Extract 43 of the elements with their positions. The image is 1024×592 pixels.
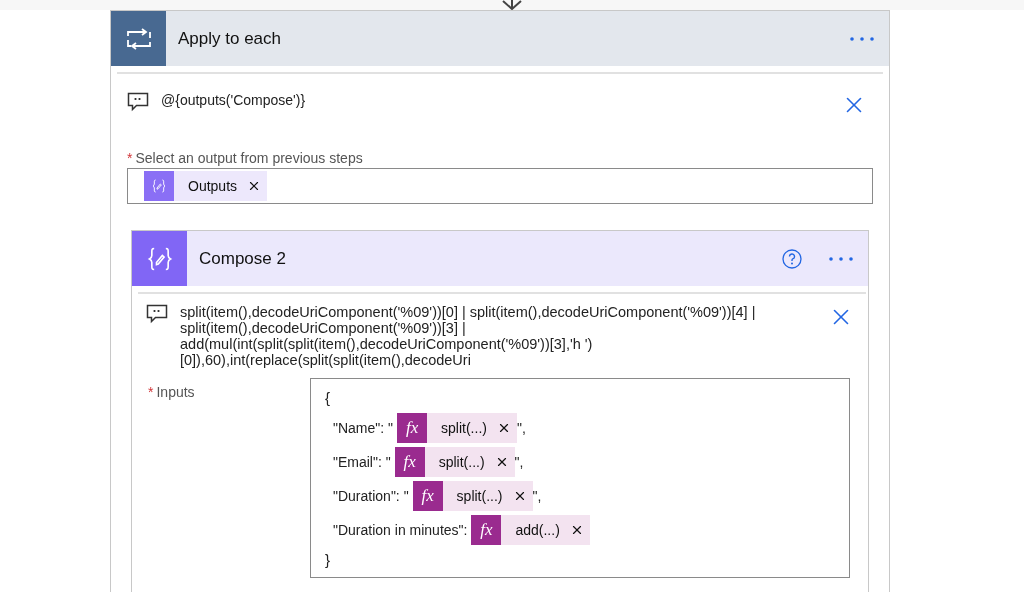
more-icon[interactable] bbox=[849, 35, 875, 42]
required-asterisk: * bbox=[148, 384, 154, 400]
required-asterisk: * bbox=[127, 150, 133, 166]
json-key: "Duration": " bbox=[333, 488, 409, 504]
token-label: add(...) bbox=[514, 522, 561, 538]
help-icon[interactable] bbox=[782, 248, 802, 269]
loop-icon bbox=[124, 27, 153, 50]
comment-icon bbox=[127, 92, 149, 112]
card-header[interactable]: Apply to each bbox=[111, 11, 889, 66]
token-label: Outputs bbox=[187, 178, 239, 194]
card-header[interactable]: Compose 2 bbox=[132, 231, 868, 286]
arrow-down-icon bbox=[500, 0, 524, 10]
function-label: fx bbox=[403, 452, 416, 472]
token-label: split(...) bbox=[455, 488, 504, 504]
json-punctuation: ", bbox=[514, 454, 524, 470]
comment-icon bbox=[146, 304, 168, 324]
token-chip[interactable]: fx split(...) bbox=[394, 447, 515, 477]
comment-text: @{outputs('Compose')} bbox=[161, 92, 307, 108]
token-chip[interactable]: fx add(...) bbox=[471, 515, 590, 545]
braces-pencil-icon bbox=[151, 178, 167, 194]
comment-text: split(item(),decodeUriComponent('%09'))[0] | split(item(),decodeUriComponent('%09'))[4] | split(item(),decodeUriComponent('%09'))[3] | add(mul(int(split(split(item(),decodeUriComponent('%09'))[3],'h ')[0]),60),int(replace(split(split(item(),decodeUri bbox=[180, 304, 757, 368]
json-punctuation: ", bbox=[532, 488, 542, 504]
token-chip[interactable]: fx split(...) bbox=[397, 413, 517, 443]
brace-text: } bbox=[325, 550, 331, 570]
function-label: fx bbox=[480, 520, 493, 540]
json-key: "Email": " bbox=[333, 454, 391, 470]
token-label: split(...) bbox=[437, 454, 486, 470]
token-chip[interactable]: fx split(...) bbox=[412, 481, 533, 511]
token-chip[interactable]: Outputs bbox=[144, 171, 268, 201]
more-icon[interactable] bbox=[828, 255, 854, 262]
json-key: "Duration in minutes": bbox=[333, 522, 468, 538]
field-label: Select an output from previous steps bbox=[135, 150, 363, 166]
card-title: Apply to each bbox=[178, 28, 282, 49]
input-field[interactable]: Outputs bbox=[127, 168, 873, 204]
brace-text: { bbox=[325, 388, 331, 408]
function-label: fx bbox=[421, 486, 434, 506]
field-label: Inputs bbox=[156, 384, 195, 400]
json-editor[interactable]: { "Name": " fx split(...) ", "Email": " fx split(...) ", "Duration": " fx split(...) ", "Duration in minutes": fx add(...) } bbox=[310, 378, 850, 578]
card-title: Compose 2 bbox=[199, 248, 287, 269]
json-punctuation: ", bbox=[516, 420, 526, 436]
function-label: fx bbox=[405, 418, 419, 438]
token-label: split(...) bbox=[440, 420, 488, 436]
json-key: "Name": " bbox=[333, 420, 394, 436]
